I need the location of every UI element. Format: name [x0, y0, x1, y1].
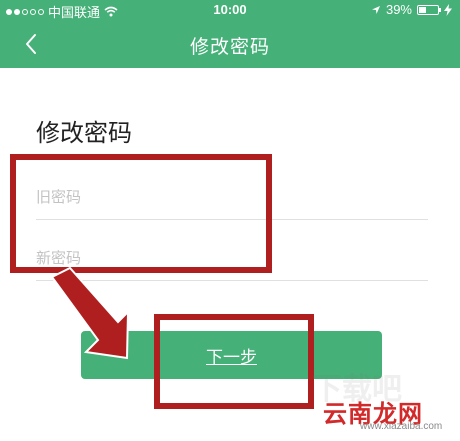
location-arrow-icon [371, 5, 380, 14]
status-bar: 中国联通 10:00 39% [0, 0, 460, 20]
annotation-box-button [154, 314, 314, 409]
charging-icon [444, 3, 452, 16]
navigation-bar: 修改密码 [0, 20, 460, 68]
watermark-url: www.xiazaiba.com [360, 421, 443, 432]
battery-icon [417, 4, 441, 15]
nav-title: 修改密码 [189, 36, 270, 58]
status-right: 39% [371, 2, 452, 17]
annotation-box-fields [10, 154, 272, 273]
battery-level [419, 6, 426, 13]
page-title: 修改密码 [36, 119, 132, 147]
battery-percent: 39% [385, 2, 412, 17]
